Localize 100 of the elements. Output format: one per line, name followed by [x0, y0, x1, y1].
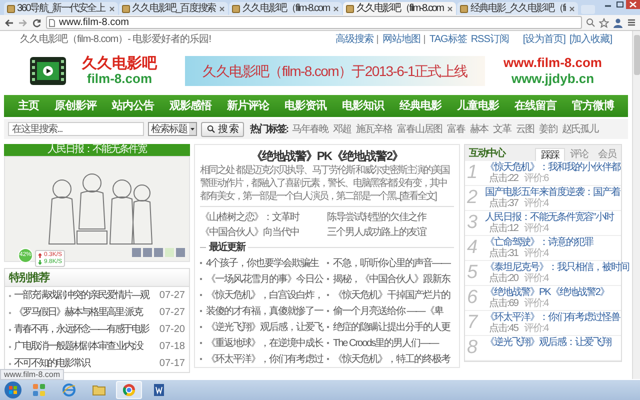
click-count: 点击:20 — [489, 273, 518, 284]
ring-icon — [122, 383, 136, 397]
nav-link[interactable]: 经典电影 — [399, 98, 442, 114]
close-icon[interactable] — [219, 6, 226, 12]
browser-tab[interactable]: 360导航_新一代安全上 — [4, 2, 118, 15]
rating-count: 评价:4 — [524, 298, 548, 309]
click-count: 点击:22 — [489, 173, 518, 184]
top-link[interactable]: 高级搜索 — [335, 32, 374, 46]
tag-link[interactable]: 富春山居图 — [397, 122, 442, 136]
article-link[interactable]: The Croods里的男人们—— — [333, 336, 438, 350]
start-button[interactable] — [4, 381, 22, 399]
tag-link[interactable]: 施瓦辛格 — [356, 122, 392, 136]
ranking-link[interactable]: 《环太平洋》：你们有考虑过怪兽 — [485, 312, 620, 323]
nav-link[interactable]: 官方微博 — [572, 98, 614, 114]
article-link[interactable]: 《环太平洋》，你们有考虑过 — [206, 352, 323, 366]
article-link[interactable]: 《惊天危机》干掉国产烂片的 — [333, 288, 450, 302]
close-icon[interactable] — [333, 6, 340, 12]
nav-link[interactable]: 儿童电影 — [457, 98, 500, 114]
article-link[interactable]: 绝症的隐瞒让提出分手的人更 — [333, 320, 450, 334]
ranking-link[interactable]: 人民日报：不能无条件宽容”小时 — [485, 212, 614, 223]
article-link[interactable]: 《重返地球》，在逆境中成长 — [206, 336, 323, 350]
nav-link[interactable]: 电影资讯 — [284, 98, 326, 114]
top-link[interactable]: [设为首页] — [522, 32, 566, 46]
article-link[interactable]: 4个孩子，你也要学会欺骗生 — [206, 256, 319, 270]
ranking-link[interactable]: 《逆光飞翔》观后感：让爱飞翔 — [485, 337, 611, 348]
click-count: 点击:12 — [489, 223, 518, 234]
nav-link[interactable]: 原创影评 — [54, 98, 96, 114]
restore-icon[interactable] — [614, 0, 626, 9]
article-link[interactable]: 陈导尝试转型的欠佳之作 — [327, 210, 454, 225]
ranking-link[interactable]: 《泰坦尼克号》：我只相信，被时间 — [485, 262, 629, 273]
tag-link[interactable]: 富春 — [447, 122, 466, 136]
ranking-link[interactable]: 《亡命驾驶》：诗意的犯罪 — [485, 237, 593, 248]
article-link[interactable]: 《惊天危机》，白宫设白炸， — [206, 288, 323, 302]
ranking-link[interactable]: 国产电影五年来首度逆袭：国产着 — [485, 187, 620, 198]
article-link[interactable]: 《一场风花雪月的事》今日公 — [206, 272, 323, 286]
tag-link[interactable]: 云图 — [516, 122, 534, 136]
forward-icon[interactable] — [18, 18, 28, 28]
zoom-icon[interactable] — [586, 18, 595, 27]
article-link[interactable]: 偷一个月亮送给你 ——《卑 — [333, 304, 443, 318]
table-sketch — [76, 230, 108, 244]
browser-tab[interactable]: 经典电影_久久电影吧（fi — [457, 2, 578, 15]
star-icon[interactable] — [599, 18, 609, 28]
top-link[interactable]: 网站地图 — [382, 32, 420, 46]
top-link[interactable]: [加入收藏] — [569, 32, 612, 46]
article-link[interactable]: 不急，听听你心里的声音—— — [333, 256, 450, 270]
close-icon[interactable] — [569, 6, 576, 12]
article-link[interactable]: 《逆光飞翔》观后感，让爱飞 — [206, 320, 323, 334]
taskbar-button[interactable] — [116, 381, 142, 399]
article-link[interactable]: 一部充满戏剧冲突的亲民爱情片—观 — [14, 288, 148, 303]
tag-link[interactable]: 文革 — [493, 122, 512, 136]
ranking-link[interactable]: 《绝地战警》PK《绝地战警2》 — [485, 287, 609, 298]
user-icon[interactable] — [613, 18, 623, 28]
globe-icon — [62, 383, 76, 397]
top-link[interactable]: RSS订阅 — [470, 32, 509, 46]
tag-link[interactable]: 赵氏孤儿 — [562, 122, 598, 136]
browser-tab[interactable]: 久久电影吧_百度搜索 — [118, 2, 228, 15]
nav-link[interactable]: 观影感悟 — [169, 98, 212, 114]
close-icon[interactable] — [108, 6, 115, 12]
browser-tab[interactable]: 久久电影吧（film-8.com — [229, 2, 342, 15]
nav-link[interactable]: 新片评论 — [226, 98, 269, 114]
tag-link[interactable]: 姜韵 — [539, 122, 558, 136]
person-sketch — [110, 180, 134, 244]
menu-icon[interactable] — [627, 18, 636, 27]
page-icon — [460, 4, 468, 12]
scrollbar[interactable] — [632, 31, 640, 379]
read-more-link[interactable]: [查看全文] — [399, 191, 436, 202]
close-icon[interactable] — [447, 6, 454, 12]
logo-title: 久久电影吧 — [82, 56, 157, 71]
nav-link[interactable]: 电影知识 — [342, 98, 384, 114]
address-field[interactable]: www.film-8.com — [46, 16, 582, 29]
article-link[interactable]: 青春不再，永远怀念——有感于电影 — [14, 322, 148, 337]
tag-link[interactable]: 赫本 — [470, 122, 488, 136]
nav-link[interactable]: 站内公告 — [112, 98, 154, 114]
panel-tab[interactable]: 踩踩 — [535, 148, 565, 161]
article-date: 07-18 — [159, 340, 185, 354]
article-link[interactable]: 揭秘，《中国合伙人》跟新东 — [333, 272, 450, 286]
tag-link[interactable]: 马年春晚 — [292, 122, 328, 136]
rank-number: 8 — [467, 337, 478, 359]
nav-link[interactable]: 在线留言 — [514, 98, 557, 114]
article-link[interactable]: 《罗马假日》赫本与格里高里·派克 — [14, 305, 142, 320]
rating-count: 评价:6 — [524, 173, 548, 184]
close-icon[interactable] — [626, 0, 640, 9]
nav-link[interactable]: 主页 — [18, 98, 39, 114]
article-link[interactable]: 《惊天危机》，特工的终极考 — [333, 352, 450, 366]
ranking-link[interactable]: 《惊天危机》：我和我的小伙伴都 — [485, 162, 620, 173]
banner: 久久电影吧（film-8.com）于2013-6-1正式上线 — [185, 56, 485, 86]
article-link[interactable]: 广电取消一般题材剧本审查 业内:没 — [14, 339, 142, 354]
search-button[interactable]: 搜 索 — [201, 122, 244, 136]
search-field[interactable]: 在这里搜索... — [8, 122, 144, 136]
scope-dropdown[interactable]: 检索标题 — [148, 122, 197, 136]
back-icon[interactable] — [4, 18, 14, 28]
article-link[interactable]: 不可不知的电影常识 — [14, 356, 90, 371]
top-link[interactable]: TAG标签 — [429, 32, 467, 46]
article-link[interactable]: 《中国合伙人》向当代中 — [200, 225, 327, 240]
article-link[interactable]: 装傻的才有福，真傻就惨了一 — [206, 304, 323, 318]
article-link[interactable]: 三个男人成功路上的友谊 — [327, 225, 454, 240]
article-link[interactable]: 《山楂树之恋》：文革时 — [200, 210, 327, 225]
tag-link[interactable]: 邓超 — [333, 122, 352, 136]
browser-tab[interactable]: 久久电影吧（film-8.com — [343, 2, 456, 15]
reload-icon[interactable] — [32, 18, 42, 28]
